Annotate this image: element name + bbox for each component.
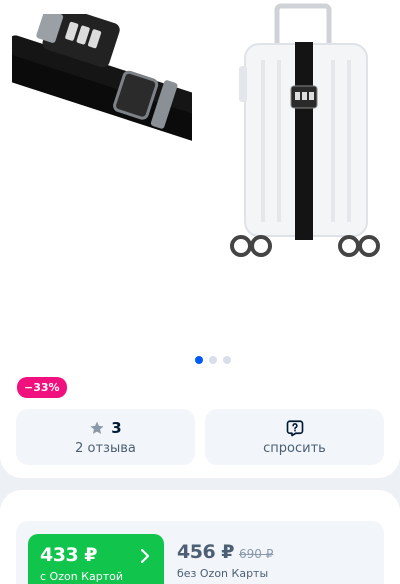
old-price: 690 ₽ — [239, 547, 274, 561]
gallery-dot-2[interactable] — [209, 356, 217, 364]
product-card: −33% 3 2 отзыва спросить — [0, 0, 400, 478]
ask-question-button[interactable]: спросить — [205, 409, 384, 465]
question-bubble-icon — [286, 419, 303, 436]
rating-line: 3 — [89, 418, 122, 437]
reviews-button[interactable]: 3 2 отзыва — [16, 409, 195, 465]
reviews-count: 2 отзыва — [75, 440, 136, 456]
gallery-dot-1[interactable] — [195, 356, 203, 364]
discount-badge: −33% — [17, 377, 67, 398]
regular-price-caption: без Ozon Карты — [177, 567, 269, 580]
regular-price: 456 ₽ — [177, 541, 235, 563]
ozon-card-price: 433 ₽ — [40, 544, 98, 566]
product-gallery[interactable] — [0, 0, 400, 345]
luggage-strap-image[interactable] — [12, 14, 192, 144]
gallery-dot-3[interactable] — [223, 356, 231, 364]
ask-question-label: спросить — [263, 440, 326, 456]
gallery-pagination[interactable] — [195, 356, 231, 364]
rating-value: 3 — [111, 418, 122, 437]
regular-price-line: 456 ₽ 690 ₽ — [177, 541, 273, 563]
star-icon — [90, 421, 104, 434]
product-actions: 3 2 отзыва спросить — [16, 409, 384, 465]
chevron-right-icon — [140, 548, 150, 564]
ozon-card-caption: с Ozon Картой — [40, 570, 123, 583]
ozon-card-price-button[interactable]: 433 ₽ с Ozon Картой — [28, 534, 164, 584]
suitcase-image[interactable] — [225, 0, 385, 262]
price-panel: 433 ₽ с Ozon Картой 456 ₽ 690 ₽ без Ozon… — [16, 521, 384, 584]
price-card: 433 ₽ с Ozon Картой 456 ₽ 690 ₽ без Ozon… — [0, 490, 400, 584]
